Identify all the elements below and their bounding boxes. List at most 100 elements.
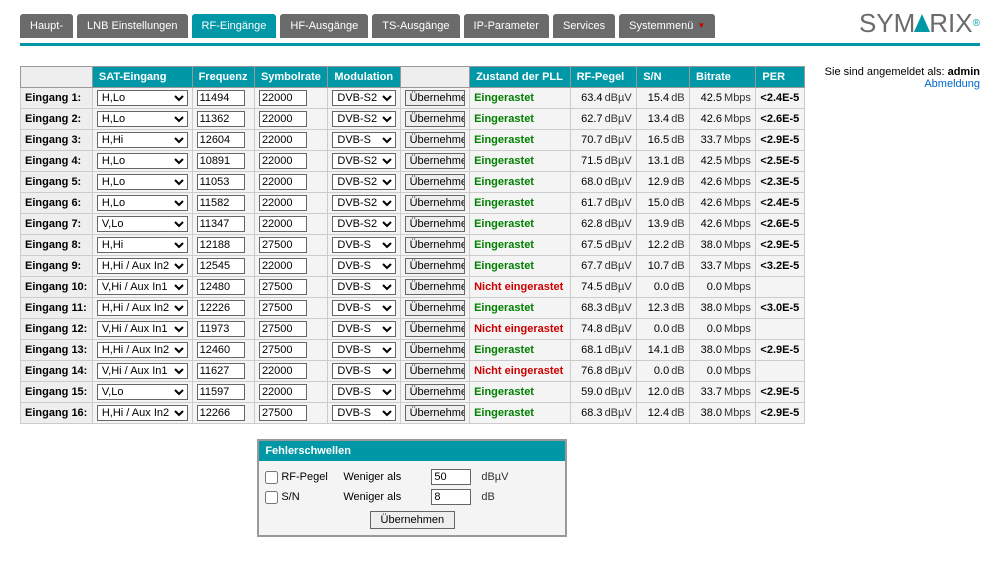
nav-tab-lnb-einstellungen[interactable]: LNB Einstellungen bbox=[77, 14, 188, 38]
threshold-sn-checkbox[interactable]: S/N bbox=[265, 491, 335, 504]
apply-button[interactable]: Übernehmen bbox=[405, 90, 465, 106]
frequency-input[interactable] bbox=[197, 216, 245, 232]
rf-level: 70.7dBµV bbox=[570, 130, 637, 151]
frequency-input[interactable] bbox=[197, 174, 245, 190]
sat-input-select[interactable]: H,Hi / Aux In2 bbox=[97, 300, 188, 316]
apply-button[interactable]: Übernehmen bbox=[405, 195, 465, 211]
sat-input-select[interactable]: H,Hi bbox=[97, 132, 188, 148]
sat-input-select[interactable]: H,Hi / Aux In2 bbox=[97, 342, 188, 358]
frequency-input[interactable] bbox=[197, 279, 245, 295]
symbolrate-input[interactable] bbox=[259, 258, 307, 274]
nav-tab-hf-ausg-nge[interactable]: HF-Ausgänge bbox=[280, 14, 368, 38]
modulation-select[interactable]: DVB-S bbox=[332, 384, 395, 400]
frequency-input[interactable] bbox=[197, 321, 245, 337]
sat-input-select[interactable]: H,Lo bbox=[97, 174, 188, 190]
symbolrate-input[interactable] bbox=[259, 342, 307, 358]
sat-input-select[interactable]: V,Lo bbox=[97, 216, 188, 232]
sat-input-select[interactable]: V,Hi / Aux In1 bbox=[97, 321, 188, 337]
symbolrate-input[interactable] bbox=[259, 90, 307, 106]
symbolrate-input[interactable] bbox=[259, 384, 307, 400]
apply-button[interactable]: Übernehmen bbox=[405, 237, 465, 253]
apply-button[interactable]: Übernehmen bbox=[405, 111, 465, 127]
threshold-sn-value[interactable] bbox=[431, 489, 471, 505]
apply-button[interactable]: Übernehmen bbox=[405, 300, 465, 316]
symbolrate-input[interactable] bbox=[259, 132, 307, 148]
nav-tab-ts-ausg-nge[interactable]: TS-Ausgänge bbox=[372, 14, 459, 38]
apply-button[interactable]: Übernehmen bbox=[405, 216, 465, 232]
symbolrate-input[interactable] bbox=[259, 216, 307, 232]
symbolrate-input[interactable] bbox=[259, 321, 307, 337]
modulation-select[interactable]: DVB-S2 bbox=[332, 174, 395, 190]
apply-button[interactable]: Übernehmen bbox=[405, 342, 465, 358]
sat-input-select[interactable]: H,Lo bbox=[97, 90, 188, 106]
per-value: <2.6E-5 bbox=[756, 109, 804, 130]
apply-button[interactable]: Übernehmen bbox=[405, 405, 465, 421]
apply-button[interactable]: Übernehmen bbox=[405, 174, 465, 190]
frequency-input[interactable] bbox=[197, 90, 245, 106]
modulation-select[interactable]: DVB-S bbox=[332, 363, 395, 379]
frequency-input[interactable] bbox=[197, 384, 245, 400]
logout-link[interactable]: Abmeldung bbox=[924, 78, 980, 90]
symbolrate-input[interactable] bbox=[259, 279, 307, 295]
frequency-input[interactable] bbox=[197, 363, 245, 379]
modulation-select[interactable]: DVB-S2 bbox=[332, 195, 395, 211]
thresholds-apply-button[interactable]: Übernehmen bbox=[370, 511, 456, 529]
sat-input-select[interactable]: H,Lo bbox=[97, 195, 188, 211]
modulation-select[interactable]: DVB-S bbox=[332, 342, 395, 358]
sat-input-select[interactable]: H,Lo bbox=[97, 111, 188, 127]
apply-button[interactable]: Übernehmen bbox=[405, 363, 465, 379]
frequency-input[interactable] bbox=[197, 342, 245, 358]
sat-input-select[interactable]: H,Hi bbox=[97, 237, 188, 253]
frequency-input[interactable] bbox=[197, 195, 245, 211]
nav-tab-services[interactable]: Services bbox=[553, 14, 615, 38]
symbolrate-input[interactable] bbox=[259, 153, 307, 169]
symbolrate-input[interactable] bbox=[259, 405, 307, 421]
frequency-input[interactable] bbox=[197, 153, 245, 169]
modulation-select[interactable]: DVB-S bbox=[332, 237, 395, 253]
sat-input-select[interactable]: V,Lo bbox=[97, 384, 188, 400]
apply-button[interactable]: Übernehmen bbox=[405, 258, 465, 274]
symbolrate-input[interactable] bbox=[259, 195, 307, 211]
sat-input-select[interactable]: H,Lo bbox=[97, 153, 188, 169]
nav-tab-ip-parameter[interactable]: IP-Parameter bbox=[464, 14, 549, 38]
modulation-select[interactable]: DVB-S2 bbox=[332, 111, 395, 127]
sat-input-select[interactable]: H,Hi / Aux In2 bbox=[97, 405, 188, 421]
modulation-select[interactable]: DVB-S bbox=[332, 258, 395, 274]
apply-button[interactable]: Übernehmen bbox=[405, 153, 465, 169]
apply-button[interactable]: Übernehmen bbox=[405, 384, 465, 400]
modulation-select[interactable]: DVB-S2 bbox=[332, 90, 395, 106]
nav-tab-systemmen-[interactable]: Systemmenü▼ bbox=[619, 14, 715, 38]
apply-button[interactable]: Übernehmen bbox=[405, 132, 465, 148]
pll-status: Nicht eingerastet bbox=[470, 319, 571, 340]
sn-value: 0.0dB bbox=[637, 319, 690, 340]
modulation-select[interactable]: DVB-S bbox=[332, 279, 395, 295]
modulation-select[interactable]: DVB-S2 bbox=[332, 153, 395, 169]
sat-input-select[interactable]: H,Hi / Aux In2 bbox=[97, 258, 188, 274]
modulation-select[interactable]: DVB-S bbox=[332, 321, 395, 337]
frequency-input[interactable] bbox=[197, 405, 245, 421]
apply-button[interactable]: Übernehmen bbox=[405, 279, 465, 295]
threshold-rf-checkbox[interactable]: RF-Pegel bbox=[265, 471, 335, 484]
nav-tab-rf-eing-nge[interactable]: RF-Eingänge bbox=[192, 14, 277, 38]
sat-input-select[interactable]: V,Hi / Aux In1 bbox=[97, 279, 188, 295]
symbolrate-input[interactable] bbox=[259, 111, 307, 127]
modulation-select[interactable]: DVB-S bbox=[332, 405, 395, 421]
frequency-input[interactable] bbox=[197, 237, 245, 253]
symbolrate-input[interactable] bbox=[259, 300, 307, 316]
frequency-input[interactable] bbox=[197, 111, 245, 127]
apply-button[interactable]: Übernehmen bbox=[405, 321, 465, 337]
modulation-select[interactable]: DVB-S bbox=[332, 132, 395, 148]
sat-input-select[interactable]: V,Hi / Aux In1 bbox=[97, 363, 188, 379]
symbolrate-input[interactable] bbox=[259, 363, 307, 379]
nav-tab-haupt-[interactable]: Haupt- bbox=[20, 14, 73, 38]
frequency-input[interactable] bbox=[197, 132, 245, 148]
symbolrate-input[interactable] bbox=[259, 237, 307, 253]
col-bitrate: Bitrate bbox=[690, 67, 756, 88]
frequency-input[interactable] bbox=[197, 258, 245, 274]
modulation-select[interactable]: DVB-S bbox=[332, 300, 395, 316]
threshold-rf-value[interactable] bbox=[431, 469, 471, 485]
modulation-select[interactable]: DVB-S2 bbox=[332, 216, 395, 232]
frequency-input[interactable] bbox=[197, 300, 245, 316]
symbolrate-input[interactable] bbox=[259, 174, 307, 190]
bitrate-value: 33.7Mbps bbox=[690, 256, 756, 277]
